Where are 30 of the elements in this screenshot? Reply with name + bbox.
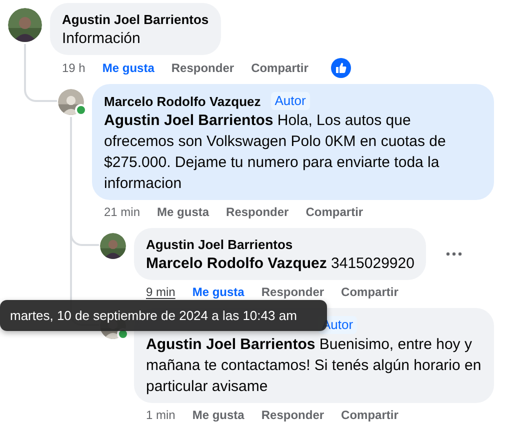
avatar[interactable] bbox=[100, 233, 126, 259]
comment-time[interactable]: 21 min bbox=[104, 205, 140, 219]
comment-time[interactable]: 19 h bbox=[62, 61, 86, 75]
like-link[interactable]: Me gusta bbox=[192, 408, 244, 422]
share-link[interactable]: Compartir bbox=[251, 61, 308, 75]
comment-text: Agustin Joel Barrientos Buenisimo, entre hoy y mañana te contactamos! Si tenés algún horario en particular avisame bbox=[146, 335, 482, 397]
share-link[interactable]: Compartir bbox=[306, 205, 364, 219]
like-link[interactable]: Me gusta bbox=[102, 61, 154, 75]
reply-link[interactable]: Responder bbox=[261, 408, 324, 422]
thread-line bbox=[24, 44, 26, 77]
like-reaction-icon[interactable] bbox=[331, 58, 352, 78]
like-link[interactable]: Me gusta bbox=[192, 285, 244, 299]
share-link[interactable]: Compartir bbox=[341, 285, 398, 299]
share-link[interactable]: Compartir bbox=[341, 408, 398, 422]
comment-text: Información bbox=[62, 29, 142, 49]
author-name[interactable]: Agustin Joel Barrientos bbox=[62, 11, 209, 28]
comment-text: Marcelo Rodolfo Vazquez 3415029920 bbox=[146, 254, 414, 274]
like-link[interactable]: Me gusta bbox=[157, 205, 210, 219]
author-badge: Autor bbox=[270, 92, 310, 110]
comment-time[interactable]: 1 min bbox=[146, 408, 176, 422]
reply-link[interactable]: Responder bbox=[261, 285, 324, 299]
reply-link[interactable]: Responder bbox=[171, 61, 234, 75]
comment-text: Agustin Joel Barrientos Hola, Los autos que ofrecemos son Volkswagen Polo 0KM en cuotas de $275.000. Dejame tu numero para enviarte toda la informacion bbox=[104, 111, 447, 194]
more-icon[interactable] bbox=[446, 252, 462, 256]
thread-connector bbox=[24, 74, 57, 102]
comment-time[interactable]: 9 min bbox=[146, 285, 176, 299]
avatar[interactable] bbox=[8, 8, 42, 42]
author-name[interactable]: Marcelo Rodolfo Vazquez bbox=[104, 92, 261, 110]
reply-link[interactable]: Responder bbox=[226, 205, 289, 219]
author-name[interactable]: Agustin Joel Barrientos bbox=[146, 236, 293, 253]
